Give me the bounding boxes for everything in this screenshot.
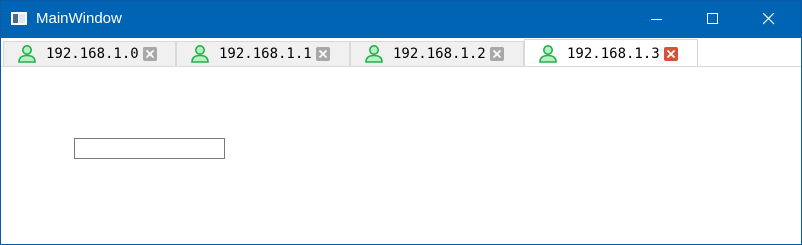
maximize-button[interactable] <box>690 1 736 38</box>
tab-close-button[interactable] <box>664 47 678 61</box>
user-icon <box>539 45 557 63</box>
main-window: MainWindow 192.168.1.0 192.168.1.1 192.1… <box>0 0 802 245</box>
tab-label: 192.168.1.0 <box>46 46 139 62</box>
close-button[interactable] <box>746 1 792 38</box>
user-icon <box>365 45 383 63</box>
minimize-icon <box>651 19 662 20</box>
title-bar[interactable]: MainWindow <box>1 1 801 38</box>
tab-close-button[interactable] <box>143 47 157 61</box>
close-icon <box>146 50 154 58</box>
tab-192-168-1-2[interactable]: 192.168.1.2 <box>350 41 524 66</box>
close-icon <box>319 50 327 58</box>
user-icon <box>191 45 209 63</box>
minimize-button[interactable] <box>634 1 680 38</box>
text-input[interactable] <box>74 138 225 159</box>
close-icon <box>667 50 675 58</box>
tab-label: 192.168.1.2 <box>393 46 486 62</box>
tab-192-168-1-1[interactable]: 192.168.1.1 <box>176 41 350 66</box>
tab-192-168-1-3[interactable]: 192.168.1.3 <box>524 39 698 67</box>
window-title: MainWindow <box>36 10 122 27</box>
user-icon <box>18 45 36 63</box>
close-icon <box>763 13 775 25</box>
tab-label: 192.168.1.1 <box>219 46 312 62</box>
maximize-icon <box>707 13 718 24</box>
app-window-icon <box>11 12 27 25</box>
close-icon <box>493 50 501 58</box>
tab-label: 192.168.1.3 <box>567 46 660 62</box>
tab-close-button[interactable] <box>316 47 330 61</box>
tab-192-168-1-0[interactable]: 192.168.1.0 <box>3 41 176 66</box>
tab-close-button[interactable] <box>490 47 504 61</box>
